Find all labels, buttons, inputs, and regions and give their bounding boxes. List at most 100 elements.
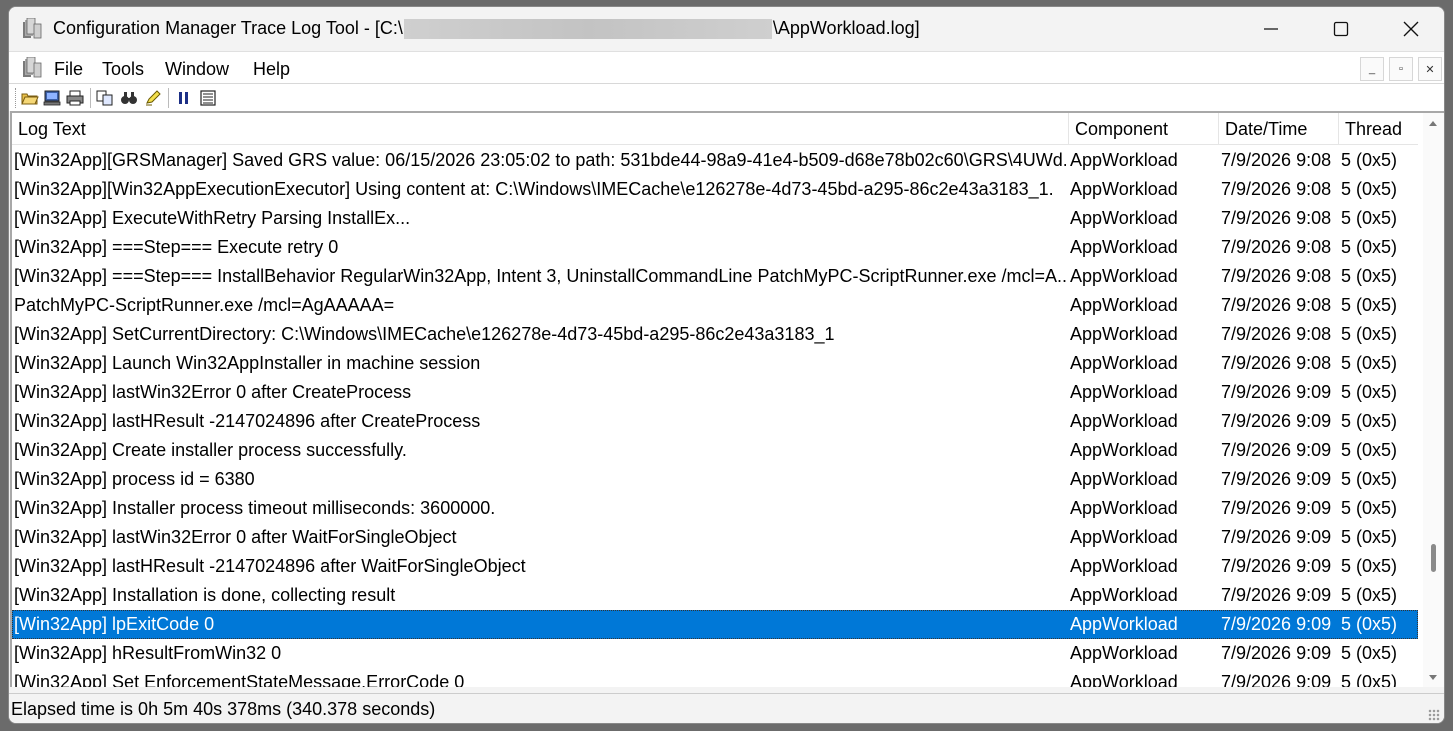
date-time-cell: 7/9/2026 9:08 xyxy=(1221,295,1332,315)
log-text-cell: [Win32App] hResultFromWin32 0 xyxy=(14,643,282,663)
title-suffix: \AppWorkload.log] xyxy=(772,18,920,38)
log-text-cell: [Win32App] Installer process timeout mil… xyxy=(14,498,496,518)
menu-help[interactable]: Help xyxy=(253,59,290,80)
log-text-cell: [Win32App] lastHResult -2147024896 after… xyxy=(14,556,526,576)
log-list[interactable]: Log Text Component Date/Time Thread [Win… xyxy=(10,111,1444,687)
date-time-cell: 7/9/2026 9:09 xyxy=(1221,498,1332,518)
component-cell: AppWorkload xyxy=(1070,324,1178,344)
table-row[interactable]: [Win32App] Installation is done, collect… xyxy=(12,581,1418,610)
status-bar: Elapsed time is 0h 5m 40s 378ms (340.378… xyxy=(9,693,1444,723)
table-row[interactable]: [Win32App] lastHResult -2147024896 after… xyxy=(12,552,1418,581)
column-log-text[interactable]: Log Text xyxy=(12,113,1069,145)
log-text-cell: [Win32App] Installation is done, collect… xyxy=(14,585,396,605)
log-text-cell: [Win32App] Create installer process succ… xyxy=(14,440,407,460)
menu-file[interactable]: File xyxy=(54,59,83,80)
table-row[interactable]: [Win32App] ExecuteWithRetry Parsing Inst… xyxy=(12,204,1418,233)
scrollbar-thumb[interactable] xyxy=(1431,544,1436,572)
component-cell: AppWorkload xyxy=(1070,643,1178,663)
highlight-icon xyxy=(146,90,161,106)
table-row[interactable]: [Win32App] ===Step=== Execute retry 0 App… xyxy=(12,233,1418,262)
table-row[interactable]: [Win32App] lastHResult -2147024896 after… xyxy=(12,407,1418,436)
toolbar-grip[interactable] xyxy=(15,88,18,108)
component-cell: AppWorkload xyxy=(1070,527,1178,547)
scroll-down-icon[interactable] xyxy=(1429,675,1437,680)
column-component[interactable]: Component xyxy=(1069,113,1219,145)
maximize-button[interactable] xyxy=(1306,7,1376,51)
filter-button[interactable] xyxy=(198,88,218,108)
table-row[interactable]: [Win32App] Launch Win32AppInstaller in m… xyxy=(12,349,1418,378)
thread-cell: 5 (0x5) xyxy=(1341,672,1398,687)
menu-window[interactable]: Window xyxy=(165,59,229,80)
document-icon[interactable] xyxy=(21,57,43,79)
copy-icon xyxy=(96,90,113,106)
toolbar-separator xyxy=(168,88,169,108)
table-row[interactable]: [Win32App] lpExitCode 0 AppWorkload 7/9/20… xyxy=(12,610,1418,639)
column-date-time[interactable]: Date/Time xyxy=(1219,113,1339,145)
scroll-up-icon[interactable] xyxy=(1429,121,1437,126)
thread-cell: 5 (0x5) xyxy=(1341,614,1398,634)
log-text-cell: [Win32App][GRSManager] Saved GRS value: … xyxy=(14,150,1066,170)
highlight-button[interactable] xyxy=(143,88,163,108)
menu-tools[interactable]: Tools xyxy=(102,59,144,80)
table-row[interactable]: [Win32App] ===Step=== InstallBehavior Re… xyxy=(12,262,1418,291)
menu-bar: File Tools Window Help _ ▫ ✕ xyxy=(9,51,1444,83)
print-button[interactable] xyxy=(65,88,85,108)
table-row[interactable]: [Win32App] lastWin32Error 0 after WaitFo… xyxy=(12,523,1418,552)
component-cell: AppWorkload xyxy=(1070,614,1178,634)
table-row[interactable]: [Win32App] Set EnforcementStateMessage.E… xyxy=(12,668,1418,687)
mdi-restore-icon: ▫ xyxy=(1399,63,1403,75)
date-time-cell: 7/9/2026 9:08 xyxy=(1221,179,1332,199)
pause-button[interactable] xyxy=(174,88,194,108)
computer-icon xyxy=(43,90,61,106)
log-text-cell: [Win32App] Launch Win32AppInstaller in m… xyxy=(14,353,481,373)
close-button[interactable] xyxy=(1376,7,1444,51)
log-text-cell: [Win32App] ExecuteWithRetry Parsing Inst… xyxy=(14,208,411,228)
table-row[interactable]: [Win32App] Create installer process succ… xyxy=(12,436,1418,465)
table-row[interactable]: [Win32App][Win32AppExecutionExecutor] Us… xyxy=(12,175,1418,204)
title-prefix: Configuration Manager Trace Log Tool - [… xyxy=(53,18,403,38)
component-cell: AppWorkload xyxy=(1070,295,1178,315)
mdi-close-button[interactable]: ✕ xyxy=(1418,57,1442,81)
table-row[interactable]: [Win32App] hResultFromWin32 0 AppWorkload… xyxy=(12,639,1418,668)
log-text-cell: [Win32App] lastWin32Error 0 after Create… xyxy=(14,382,412,402)
log-rows: [Win32App][GRSManager] Saved GRS value: … xyxy=(12,146,1418,687)
copy-button[interactable] xyxy=(95,88,115,108)
mdi-minimize-button[interactable]: _ xyxy=(1360,57,1384,81)
component-cell: AppWorkload xyxy=(1070,237,1178,257)
close-icon xyxy=(1403,21,1419,37)
table-row[interactable]: [Win32App] lastWin32Error 0 after Create… xyxy=(12,378,1418,407)
computer-button[interactable] xyxy=(42,88,62,108)
app-icon xyxy=(23,18,42,39)
component-cell: AppWorkload xyxy=(1070,150,1178,170)
table-row[interactable]: [Win32App] process id = 6380 AppWorkload 7… xyxy=(12,465,1418,494)
component-cell: AppWorkload xyxy=(1070,585,1178,605)
thread-cell: 5 (0x5) xyxy=(1341,411,1398,431)
redacted-path xyxy=(403,18,772,39)
column-header: Log Text Component Date/Time Thread xyxy=(12,113,1418,145)
find-button[interactable] xyxy=(119,88,139,108)
open-button[interactable] xyxy=(20,88,40,108)
date-time-cell: 7/9/2026 9:08 xyxy=(1221,353,1332,373)
table-row[interactable]: PatchMyPC-ScriptRunner.exe /mcl=AgAAAAA=… xyxy=(12,291,1418,320)
minimize-button[interactable] xyxy=(1236,7,1306,51)
component-cell: AppWorkload xyxy=(1070,382,1178,402)
thread-cell: 5 (0x5) xyxy=(1341,469,1398,489)
date-time-cell: 7/9/2026 9:08 xyxy=(1221,266,1332,286)
log-text-cell: [Win32App] lpExitCode 0 xyxy=(14,614,215,634)
title-bar[interactable]: Configuration Manager Trace Log Tool - [… xyxy=(9,7,1444,51)
table-row[interactable]: [Win32App][GRSManager] Saved GRS value: … xyxy=(12,146,1418,175)
minimize-icon xyxy=(1264,28,1278,30)
window-title: Configuration Manager Trace Log Tool - [… xyxy=(53,18,920,39)
app-window: Configuration Manager Trace Log Tool - [… xyxy=(8,6,1445,724)
column-thread[interactable]: Thread xyxy=(1339,113,1418,145)
date-time-cell: 7/9/2026 9:08 xyxy=(1221,237,1332,257)
maximize-icon xyxy=(1333,21,1349,37)
table-row[interactable]: [Win32App] Installer process timeout mil… xyxy=(12,494,1418,523)
toolbar-separator xyxy=(90,88,91,108)
elapsed-time-text: Elapsed time is 0h 5m 40s 378ms (340.378… xyxy=(11,699,436,719)
vertical-scrollbar[interactable] xyxy=(1423,113,1444,687)
mdi-restore-button[interactable]: ▫ xyxy=(1389,57,1413,81)
table-row[interactable]: [Win32App] SetCurrentDirectory: C:\Windo… xyxy=(12,320,1418,349)
resize-grip-icon[interactable] xyxy=(1428,709,1440,721)
thread-cell: 5 (0x5) xyxy=(1341,440,1398,460)
